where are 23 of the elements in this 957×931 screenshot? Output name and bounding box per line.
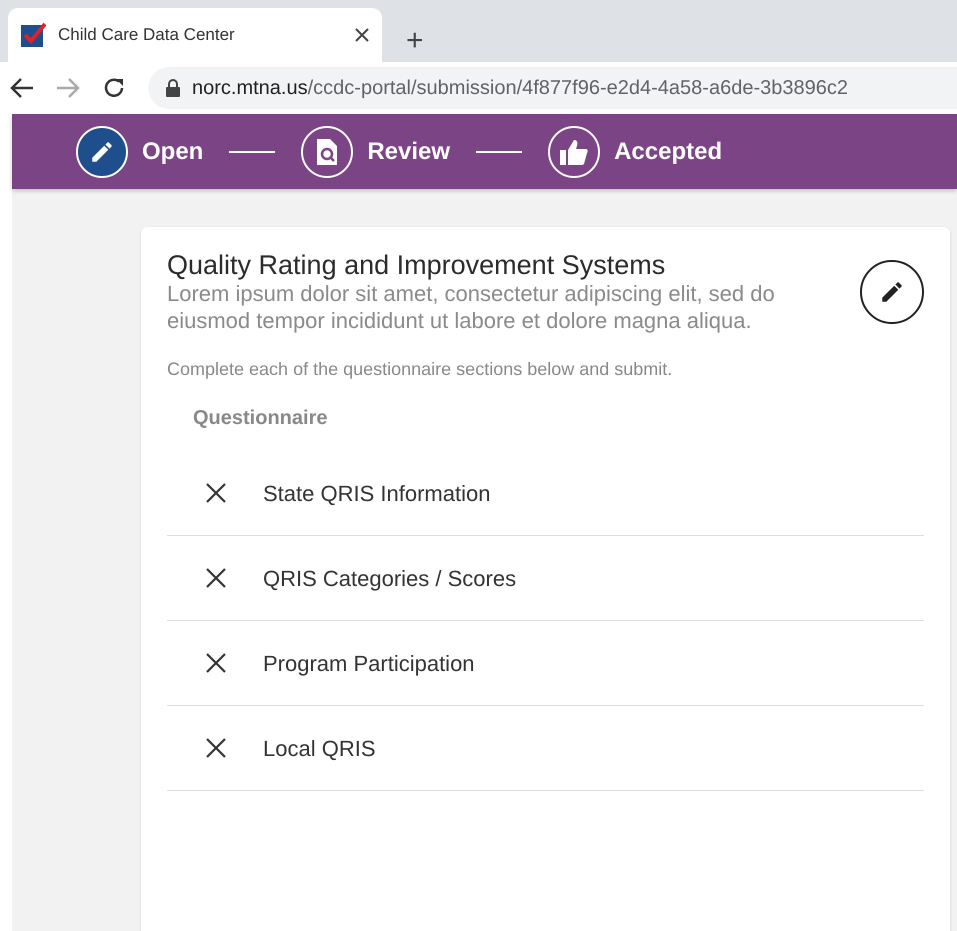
browser-tab[interactable]: Child Care Data Center — [8, 8, 382, 62]
section-heading: Questionnaire — [193, 406, 328, 432]
card-description: Lorem ipsum dolor sit amet, consectetur adipiscing elit, sed do eiusmod tempor incididunt ut labore et dolore magna aliqua. — [167, 281, 776, 334]
close-icon[interactable] — [354, 27, 370, 43]
section-link[interactable]: Local QRIS — [263, 732, 376, 765]
url-path: /ccdc-portal/submission/4f877f96-e2d4-4a58-a6de-3b3896c2 — [308, 77, 848, 99]
lock-icon — [166, 79, 180, 97]
step-label: Accepted — [614, 136, 722, 166]
section-link[interactable]: State QRIS Information — [263, 476, 490, 510]
new-tab-button[interactable]: + — [406, 26, 424, 56]
reload-icon[interactable] — [102, 76, 126, 100]
tab-title: Child Care Data Center — [58, 24, 236, 46]
checkmark-logo-icon — [20, 22, 46, 48]
instruction-text: Complete each of the questionnaire sections below and submit. — [167, 358, 674, 382]
url-host: norc.mtna.us — [192, 77, 308, 99]
back-arrow-icon[interactable] — [10, 77, 34, 99]
card-title: Quality Rating and Improvement Systems — [167, 249, 666, 282]
step-label: Review — [367, 136, 450, 166]
section-link[interactable]: QRIS Categories / Scores — [263, 562, 516, 595]
step-label: Open — [142, 136, 204, 166]
thumbs-up-icon — [559, 138, 590, 166]
address-bar[interactable]: norc.mtna.us/ccdc-portal/submission/4f877f96-e2d4-4a58-a6de-3b3896c2 — [148, 67, 957, 109]
section-link[interactable]: Program Participation — [263, 646, 475, 680]
